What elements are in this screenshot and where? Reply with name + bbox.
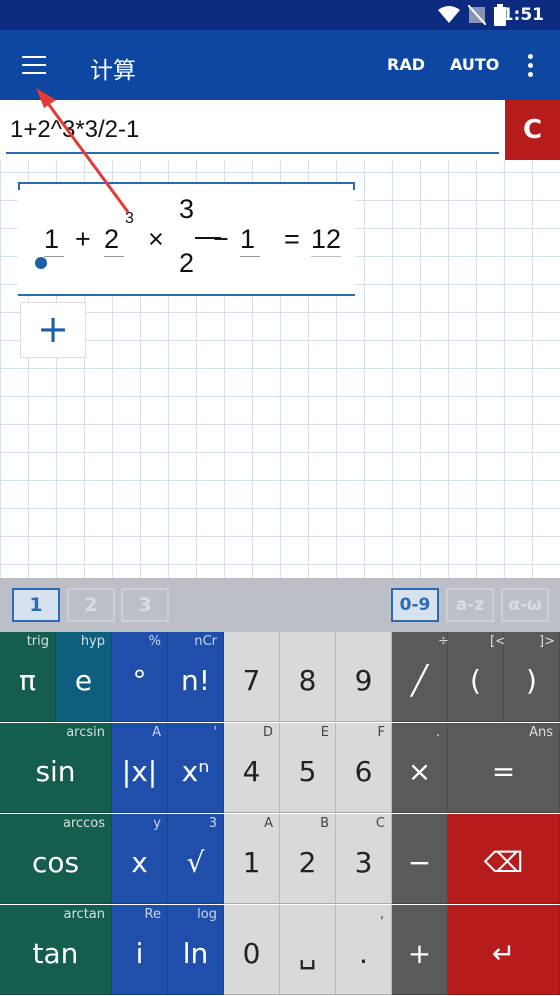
- space-icon: ␣: [298, 937, 317, 970]
- key-abs[interactable]: A |x|: [112, 723, 168, 813]
- key-0[interactable]: 0: [224, 905, 280, 995]
- expr-numerator: 3: [179, 194, 195, 224]
- expr-term: 1: [240, 224, 256, 254]
- keyboard-mode-latin[interactable]: a-z: [446, 588, 494, 622]
- status-bar: 1:51: [0, 0, 560, 30]
- rad-button[interactable]: RAD: [387, 55, 425, 74]
- keyboard-mode-greek[interactable]: α-ω: [501, 588, 549, 622]
- key-sin[interactable]: arcsin sin: [0, 723, 112, 813]
- keyboard-page-3[interactable]: 3: [121, 588, 169, 622]
- keyboard-mode-digits[interactable]: 0-9: [391, 588, 439, 622]
- keyboard-page-1[interactable]: 1: [12, 588, 60, 622]
- rendered-expression[interactable]: 1 + 2 3 × 3 2 − 1 = 12: [18, 182, 355, 296]
- expr-operator: −: [213, 224, 229, 254]
- key-backspace[interactable]: ⌫: [448, 814, 560, 904]
- workspace-grid: 1 + 2 3 × 3 2 − 1 = 12 +: [0, 160, 560, 578]
- key-close-paren[interactable]: ]>): [504, 632, 560, 722]
- key-decimal[interactable]: ,.: [336, 905, 392, 995]
- key-open-paren[interactable]: [<(: [448, 632, 506, 722]
- expr-denominator: 2: [179, 248, 195, 278]
- no-signal-icon: [468, 5, 486, 25]
- key-4[interactable]: D4: [224, 723, 280, 813]
- key-power[interactable]: ' xⁿ: [168, 723, 224, 813]
- expr-term: 2: [104, 224, 120, 254]
- enter-icon: ↵: [491, 937, 516, 970]
- key-x[interactable]: yx: [112, 814, 168, 904]
- key-pi[interactable]: trig π: [0, 632, 56, 722]
- calculator-keyboard: trig π hyp e % ° nCr n! 7 8 9 ÷ ╱ [<( ]>) arc…: [0, 632, 560, 996]
- status-time: 1:51: [501, 5, 544, 25]
- key-6[interactable]: F6: [336, 723, 392, 813]
- key-plus[interactable]: +: [392, 905, 448, 995]
- key-2[interactable]: B2: [280, 814, 336, 904]
- key-divide[interactable]: ÷ ╱: [392, 632, 449, 722]
- key-8[interactable]: 8: [280, 632, 336, 722]
- key-space[interactable]: ␣: [280, 905, 336, 995]
- key-factorial[interactable]: nCr n!: [168, 632, 224, 722]
- clear-button[interactable]: C: [505, 100, 560, 160]
- key-5[interactable]: E5: [280, 723, 336, 813]
- expression-input[interactable]: 1+2^3*3/2-1: [10, 116, 139, 144]
- key-equals[interactable]: Ans =: [448, 723, 560, 813]
- expr-exponent: 3: [125, 210, 134, 227]
- app-bar: 计算 RAD AUTO: [0, 30, 560, 100]
- key-degree[interactable]: % °: [112, 632, 168, 722]
- key-7[interactable]: 7: [224, 632, 280, 722]
- key-3[interactable]: C3: [336, 814, 392, 904]
- key-multiply[interactable]: . ×: [392, 723, 448, 813]
- expr-operator: +: [75, 224, 91, 254]
- expr-result: 12: [311, 224, 342, 254]
- key-enter[interactable]: ↵: [448, 905, 560, 995]
- key-ln[interactable]: log ln: [168, 905, 224, 995]
- auto-button[interactable]: AUTO: [450, 55, 499, 74]
- more-options-icon[interactable]: [528, 54, 534, 78]
- cursor-handle[interactable]: [35, 257, 47, 269]
- key-9[interactable]: 9: [336, 632, 392, 722]
- key-e[interactable]: hyp e: [56, 632, 112, 722]
- key-cos[interactable]: arccos cos: [0, 814, 112, 904]
- expr-term: 1: [44, 224, 60, 254]
- expression-input-row: 1+2^3*3/2-1 C: [0, 100, 560, 160]
- wifi-icon: [438, 6, 460, 23]
- expr-operator: ×: [148, 224, 164, 254]
- key-tan[interactable]: arctan tan: [0, 905, 112, 995]
- key-sqrt[interactable]: 3 √: [168, 814, 224, 904]
- key-i[interactable]: Re i: [112, 905, 168, 995]
- key-1[interactable]: A1: [224, 814, 280, 904]
- expr-equals: =: [284, 224, 300, 254]
- page-title: 计算: [90, 58, 136, 84]
- backspace-icon: ⌫: [483, 846, 524, 879]
- input-underline: [6, 152, 499, 154]
- menu-icon[interactable]: [22, 54, 48, 76]
- keyboard-page-2[interactable]: 2: [67, 588, 115, 622]
- key-minus[interactable]: −: [392, 814, 448, 904]
- keyboard-tab-bar: 1 2 3 0-9 a-z α-ω: [0, 578, 560, 632]
- add-expression-button[interactable]: +: [20, 302, 86, 358]
